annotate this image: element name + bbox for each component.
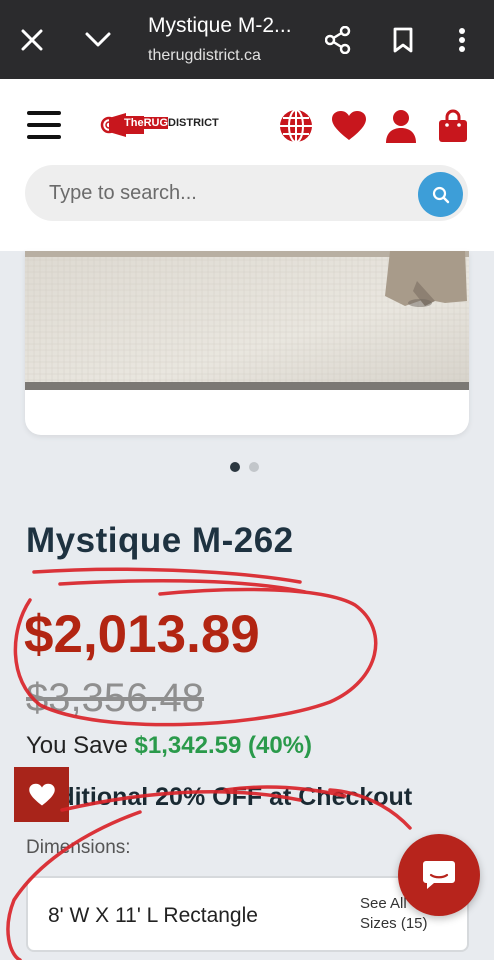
original-price: $3,356.48 — [26, 676, 204, 720]
promo-text: Additional 20% OFF at Checkout — [26, 783, 413, 811]
search-icon — [432, 186, 449, 203]
logo-text-the: The — [124, 117, 144, 129]
product-title: Mystique M-262 — [26, 521, 294, 560]
logo-text-rug: RUG — [143, 117, 169, 129]
chat-button[interactable] — [398, 834, 480, 916]
browser-toolbar: Mystique M-2... therugdistrict.ca — [0, 0, 494, 79]
site-header: TheRUGDISTRICT — [0, 79, 494, 251]
carousel-dot-active[interactable] — [230, 462, 240, 472]
wishlist-float-button[interactable] — [14, 767, 69, 822]
share-icon[interactable] — [318, 20, 358, 60]
search-button[interactable] — [418, 172, 463, 217]
bookmark-icon[interactable] — [383, 20, 423, 60]
chevron-down-icon[interactable] — [78, 20, 118, 60]
heart-icon[interactable] — [330, 107, 368, 145]
dimensions-label: Dimensions: — [26, 837, 131, 858]
you-save-line: You Save $1,342.59 (40%) — [26, 732, 312, 760]
globe-icon[interactable] — [277, 107, 315, 145]
you-save-label: You Save — [26, 732, 128, 759]
more-vert-icon[interactable] — [442, 20, 482, 60]
search-bar — [25, 165, 468, 221]
logo-text-district: DISTRICT — [168, 117, 219, 129]
site-logo[interactable]: TheRUGDISTRICT — [100, 109, 242, 141]
browser-url[interactable]: therugdistrict.ca — [148, 47, 261, 65]
see-all-line2: Sizes (15) — [360, 915, 428, 932]
dimensions-value: 8' W X 11' L Rectangle — [48, 904, 258, 927]
carousel-dot[interactable] — [249, 462, 259, 472]
browser-page-title: Mystique M-2... — [148, 14, 292, 37]
hamburger-menu-icon[interactable] — [27, 111, 61, 141]
product-image-card[interactable] — [25, 251, 469, 435]
chat-icon — [423, 861, 455, 889]
carousel-dots — [230, 462, 259, 472]
shopping-bag-icon[interactable] — [434, 107, 472, 145]
product-image[interactable] — [25, 251, 469, 390]
user-icon[interactable] — [382, 107, 420, 145]
sale-price: $2,013.89 — [24, 605, 260, 664]
you-save-amount: $1,342.59 (40%) — [134, 732, 313, 759]
heart-icon — [28, 783, 55, 805]
search-input[interactable] — [49, 165, 409, 221]
close-icon[interactable] — [12, 20, 52, 60]
